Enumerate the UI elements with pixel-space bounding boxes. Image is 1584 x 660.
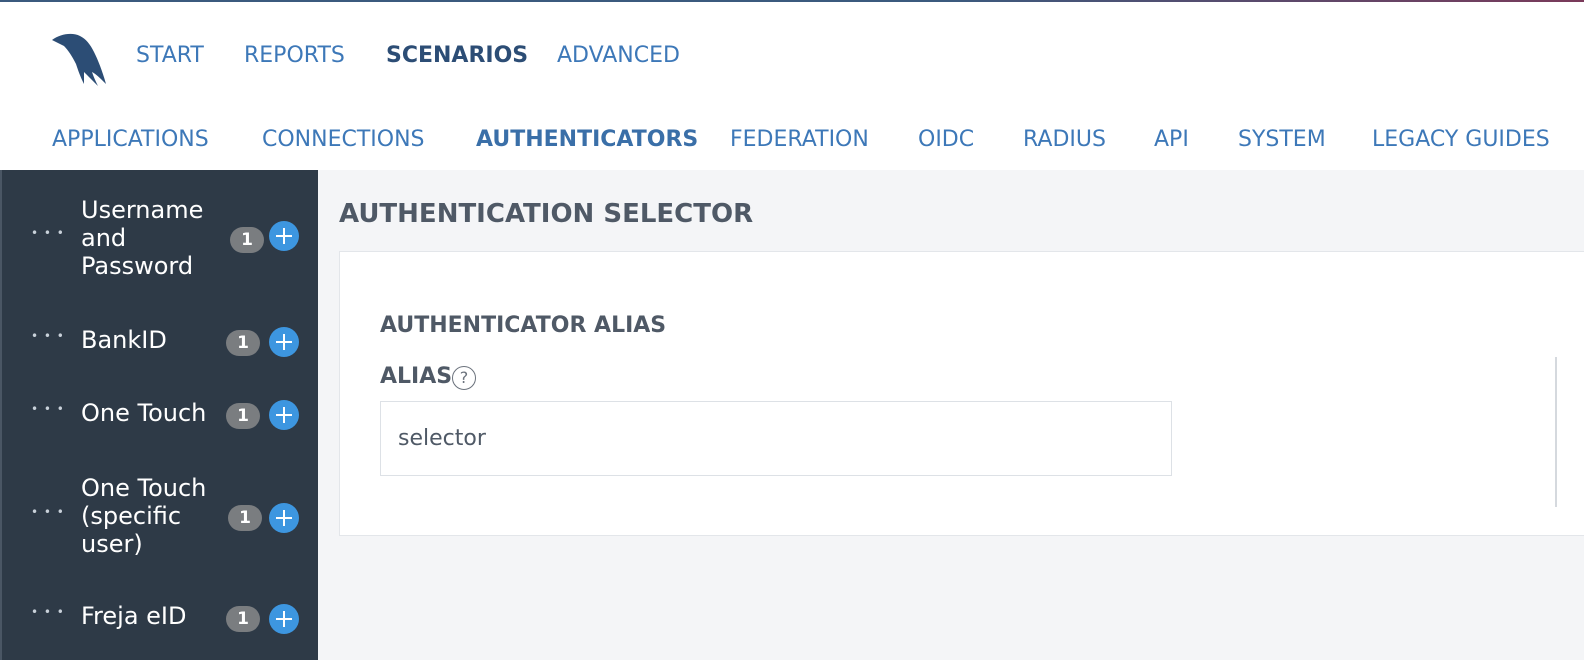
sidebar-item-label: BankID <box>81 326 167 354</box>
header: START REPORTS SCENARIOS ADVANCED <box>0 2 1584 111</box>
sub-navigation: APPLICATIONS CONNECTIONS AUTHENTICATORS … <box>0 110 1584 170</box>
drag-handle-icon[interactable]: • • • <box>31 226 65 240</box>
tab-applications[interactable]: APPLICATIONS <box>52 127 209 152</box>
count-badge: 1 <box>226 403 260 429</box>
count-badge: 1 <box>230 227 264 253</box>
sidebar-item-label: One Touch <box>81 399 207 427</box>
drag-handle-icon[interactable]: • • • <box>31 605 65 619</box>
add-plus-icon[interactable] <box>269 221 299 251</box>
nav-scenarios[interactable]: SCENARIOS <box>386 43 528 68</box>
sidebar-item-one-touch-specific-user[interactable]: • • • One Touch (specific user) 1 <box>2 474 320 564</box>
sidebar-item-label: Username and Password <box>81 196 204 280</box>
nav-start[interactable]: START <box>136 43 204 68</box>
nav-reports[interactable]: REPORTS <box>244 43 345 68</box>
settings-panel <box>339 251 1584 536</box>
nav-advanced[interactable]: ADVANCED <box>557 43 680 68</box>
sidebar-item-username-password[interactable]: • • • Username and Password 1 <box>2 196 320 286</box>
tab-authenticators[interactable]: AUTHENTICATORS <box>476 127 698 152</box>
tab-federation[interactable]: FEDERATION <box>730 127 869 152</box>
count-badge: 1 <box>226 330 260 356</box>
add-plus-icon[interactable] <box>269 604 299 634</box>
sidebar-item-label: Freja eID <box>81 602 187 630</box>
drag-handle-icon[interactable]: • • • <box>31 402 65 416</box>
eagle-logo-icon[interactable] <box>50 30 108 88</box>
page-title: AUTHENTICATION SELECTOR <box>339 199 754 229</box>
tab-api[interactable]: API <box>1154 127 1189 152</box>
alias-label: ALIAS <box>380 364 453 389</box>
sidebar-item-freja-eid[interactable]: • • • Freja eID 1 <box>2 602 320 634</box>
count-badge: 1 <box>226 606 260 632</box>
sidebar-item-label: One Touch (specific user) <box>81 474 207 558</box>
drag-handle-icon[interactable]: • • • <box>31 329 65 343</box>
alias-input[interactable] <box>380 401 1172 476</box>
tab-system[interactable]: SYSTEM <box>1238 127 1326 152</box>
tab-legacy-guides[interactable]: LEGACY GUIDES <box>1372 127 1550 152</box>
authenticator-sidebar: • • • Username and Password 1 • • • Bank… <box>0 170 318 660</box>
count-badge: 1 <box>228 505 262 531</box>
help-icon[interactable]: ? <box>452 366 476 390</box>
section-title: AUTHENTICATOR ALIAS <box>380 313 667 338</box>
drag-handle-icon[interactable]: • • • <box>31 505 65 519</box>
tab-connections[interactable]: CONNECTIONS <box>262 127 425 152</box>
sidebar-item-bankid[interactable]: • • • BankID 1 <box>2 326 320 358</box>
tab-oidc[interactable]: OIDC <box>918 127 974 152</box>
add-plus-icon[interactable] <box>269 327 299 357</box>
tab-radius[interactable]: RADIUS <box>1023 127 1106 152</box>
scrollbar-track[interactable] <box>1555 357 1557 507</box>
sidebar-item-one-touch[interactable]: • • • One Touch 1 <box>2 399 320 431</box>
add-plus-icon[interactable] <box>269 400 299 430</box>
add-plus-icon[interactable] <box>269 503 299 533</box>
